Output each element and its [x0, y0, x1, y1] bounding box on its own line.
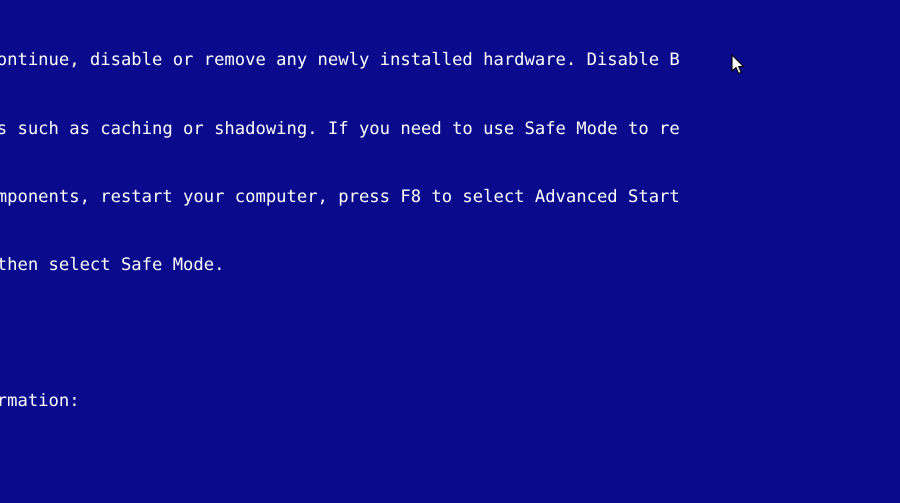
- console-line: ns, and then select Safe Mode.: [0, 254, 225, 275]
- technical-information-heading: cal Information:: [0, 390, 80, 411]
- console-line: y options such as caching or shadowing. …: [0, 118, 680, 139]
- bsod-console-text: oblems continue, disable or remove any n…: [0, 4, 900, 503]
- console-line: oblems continue, disable or remove any n…: [0, 50, 680, 71]
- bsod-screen: oblems continue, disable or remove any n…: [0, 0, 900, 503]
- console-line: sable components, restart your computer,…: [0, 186, 680, 207]
